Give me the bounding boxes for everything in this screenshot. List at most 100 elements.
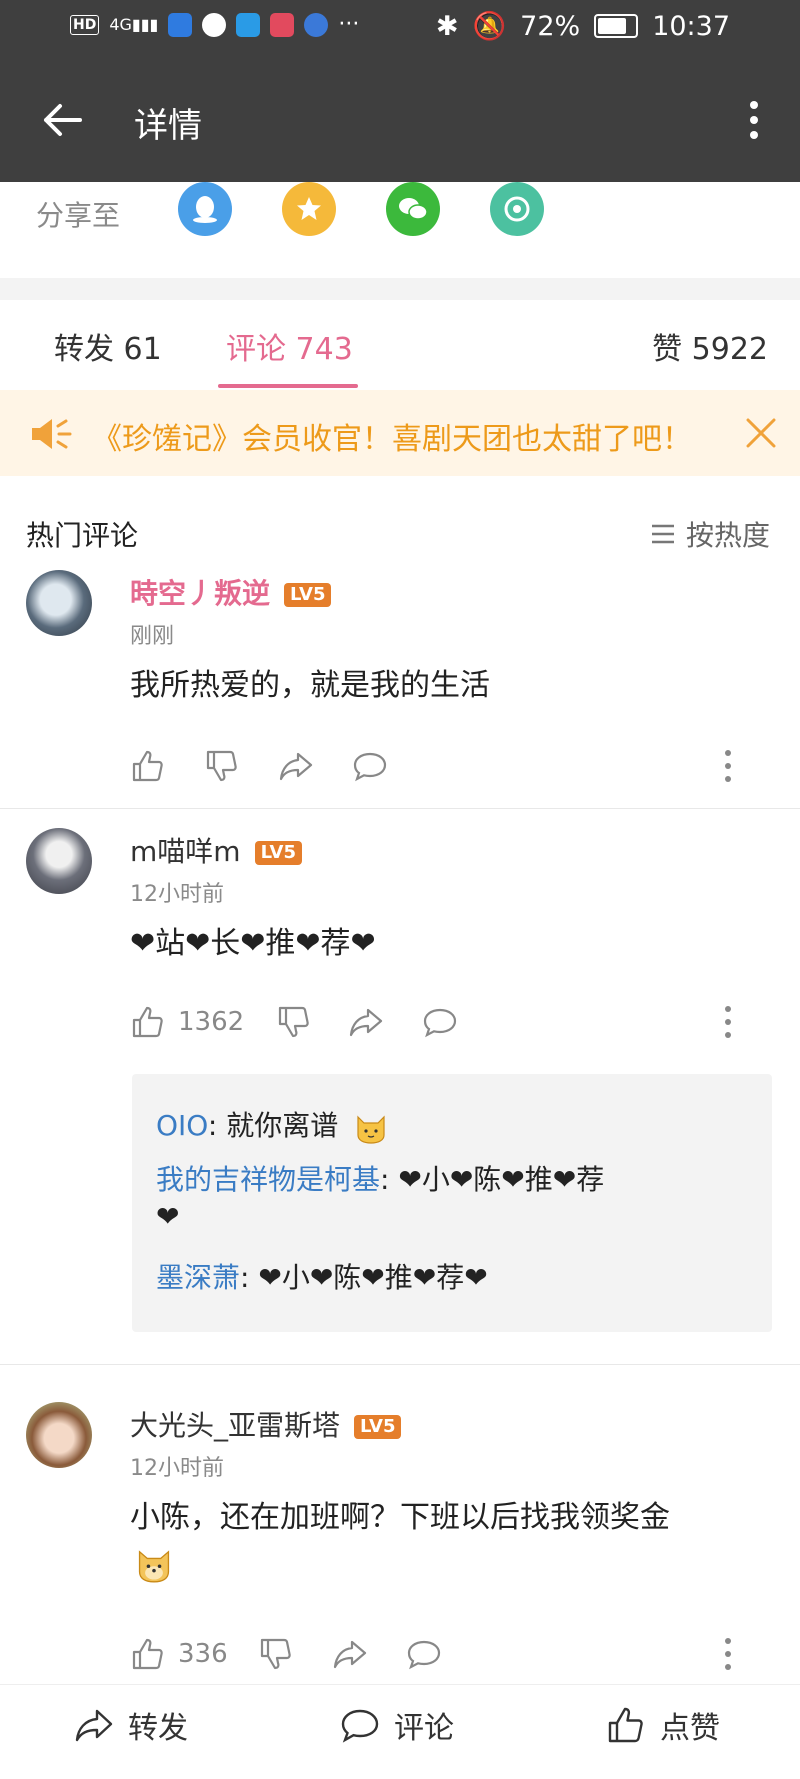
reply-separator: :: [380, 1163, 399, 1196]
share-wechat-button[interactable]: [386, 182, 440, 236]
battery-percent: 72%: [520, 10, 581, 42]
status-left-icons: HD 4G▮▮▮ ···: [70, 12, 359, 37]
comment-more-icon[interactable]: [724, 1636, 732, 1672]
reply-item[interactable]: 墨深萧: ❤小❤陈❤推❤荐❤: [156, 1256, 488, 1296]
thumbs-up-icon: [132, 750, 163, 782]
reply-separator: :: [240, 1261, 259, 1294]
share-moments-button[interactable]: [490, 182, 544, 236]
avatar[interactable]: [26, 828, 92, 894]
browser-icon: [304, 12, 329, 37]
bottom-comment-button[interactable]: 评论: [340, 1703, 454, 1747]
level-badge: LV5: [284, 583, 332, 607]
comment-actions: [130, 748, 770, 788]
status-right: ✱ 🔕 72% 10:37: [435, 10, 730, 43]
share-arrow-icon: [279, 752, 313, 781]
share-arrow-icon: [333, 1640, 367, 1669]
reply-button[interactable]: [406, 1636, 442, 1672]
clock: 10:37: [652, 10, 730, 42]
username-text: m喵咩m: [130, 835, 241, 868]
reply-text-continued: ❤: [156, 1200, 180, 1233]
divider: [0, 808, 800, 809]
reply-item[interactable]: 我的吉祥物是柯基: ❤小❤陈❤推❤荐: [156, 1158, 604, 1198]
share-button[interactable]: [332, 1636, 368, 1672]
dislike-button[interactable]: [204, 748, 240, 784]
comment-more-icon[interactable]: [724, 748, 732, 784]
wechat-icon: [399, 198, 428, 220]
replies-box[interactable]: OΙO: 就你离谱 我的吉祥物是柯基: ❤小❤陈❤推❤荐 ❤ 墨深萧: ❤小❤陈…: [132, 1074, 772, 1332]
speech-bubble-icon: [353, 752, 387, 782]
comment-bubble-icon: [341, 1709, 379, 1743]
reply-button[interactable]: [422, 1004, 458, 1040]
active-tab-indicator: [218, 384, 358, 388]
tab-likes[interactable]: 赞 5922: [652, 324, 768, 368]
bottom-repost-button[interactable]: 转发: [74, 1703, 188, 1747]
comment-item: 大光头_亚雷斯塔 LV5 12小时前 小陈，还在加班啊？下班以后找我领奖金 336: [0, 1394, 800, 1674]
reader-icon: [270, 12, 295, 37]
share-button[interactable]: [278, 748, 314, 784]
avatar[interactable]: [26, 1402, 92, 1468]
share-label: 分享至: [36, 199, 121, 232]
sort-by-hot-button[interactable]: 按热度: [650, 514, 770, 554]
list-sort-icon: [651, 524, 674, 544]
level-badge: LV5: [354, 1415, 402, 1439]
comment-username[interactable]: 時空丿叛逆 LV5: [130, 572, 332, 612]
share-qq-button[interactable]: [178, 182, 232, 236]
moments-aperture-icon: [504, 196, 530, 222]
bottom-like-label: 点赞: [660, 1711, 720, 1746]
battery-icon: [594, 14, 639, 38]
bottom-repost-label: 转发: [128, 1711, 188, 1746]
hot-comments-header: 热门评论 按热度: [0, 500, 800, 560]
comment-more-icon[interactable]: [724, 1004, 732, 1040]
like-count: 1362: [178, 1007, 245, 1037]
comment-time: 刚刚: [130, 624, 175, 649]
speech-bubble-icon: [423, 1008, 457, 1038]
like-button[interactable]: 336: [130, 1636, 228, 1672]
comment-time: 12小时前: [130, 882, 224, 907]
section-title: 热门评论: [26, 519, 139, 552]
bottom-like-button[interactable]: 点赞: [606, 1703, 720, 1747]
reply-author[interactable]: OΙO: [156, 1109, 208, 1142]
like-button[interactable]: 1362: [130, 1004, 244, 1040]
hd-icon: HD: [70, 14, 100, 35]
comment-username[interactable]: 大光头_亚雷斯塔 LV5: [130, 1404, 402, 1444]
share-arrow-icon: [349, 1008, 383, 1037]
comment-actions: 336: [130, 1636, 770, 1676]
reply-text: ❤小❤陈❤推❤荐: [398, 1163, 605, 1196]
bluetooth-icon: ✱: [435, 10, 459, 42]
dislike-button[interactable]: [276, 1004, 312, 1040]
divider: [0, 1364, 800, 1365]
thumbs-down-icon: [206, 750, 237, 782]
dislike-button[interactable]: [258, 1636, 294, 1672]
username-text: 時空丿叛逆: [130, 577, 271, 610]
share-favorite-button[interactable]: [282, 182, 336, 236]
comment-username[interactable]: m喵咩m LV5: [130, 830, 303, 870]
tab-comments[interactable]: 评论 743: [226, 324, 353, 368]
section-gap: [0, 278, 800, 300]
reply-item[interactable]: OΙO: 就你离谱: [156, 1104, 389, 1145]
back-arrow-icon[interactable]: [40, 98, 84, 142]
avatar[interactable]: [26, 570, 92, 636]
share-button[interactable]: [348, 1004, 384, 1040]
status-bar: HD 4G▮▮▮ ··· ✱ 🔕 72% 10:37: [0, 0, 800, 58]
qq-icon: [202, 12, 227, 37]
thumbs-down-icon: [278, 1006, 309, 1038]
cat-face-icon: [357, 1115, 385, 1144]
like-button[interactable]: [130, 748, 166, 784]
comment-item: 時空丿叛逆 LV5 刚刚 我所热爱的，就是我的生活: [0, 562, 800, 808]
repost-arrow-icon: [75, 1709, 113, 1742]
more-vertical-icon[interactable]: [748, 100, 760, 140]
close-icon[interactable]: [744, 416, 778, 450]
reply-button[interactable]: [352, 748, 388, 784]
app-bar: 详情: [0, 58, 800, 182]
reply-author[interactable]: 墨深萧: [156, 1261, 240, 1294]
username-text: 大光头_亚雷斯塔: [130, 1409, 341, 1442]
comment-actions: 1362: [130, 1004, 770, 1044]
reply-author[interactable]: 我的吉祥物是柯基: [156, 1163, 380, 1196]
promo-banner[interactable]: 《珍馐记》会员收官！喜剧天团也太甜了吧！: [0, 390, 800, 476]
like-count: 336: [178, 1639, 228, 1669]
comment-time: 12小时前: [130, 1456, 224, 1481]
speaker-icon: [32, 419, 72, 449]
reply-separator: :: [207, 1109, 227, 1142]
tab-repost[interactable]: 转发 61: [54, 324, 162, 368]
speech-bubble-icon: [407, 1640, 441, 1670]
